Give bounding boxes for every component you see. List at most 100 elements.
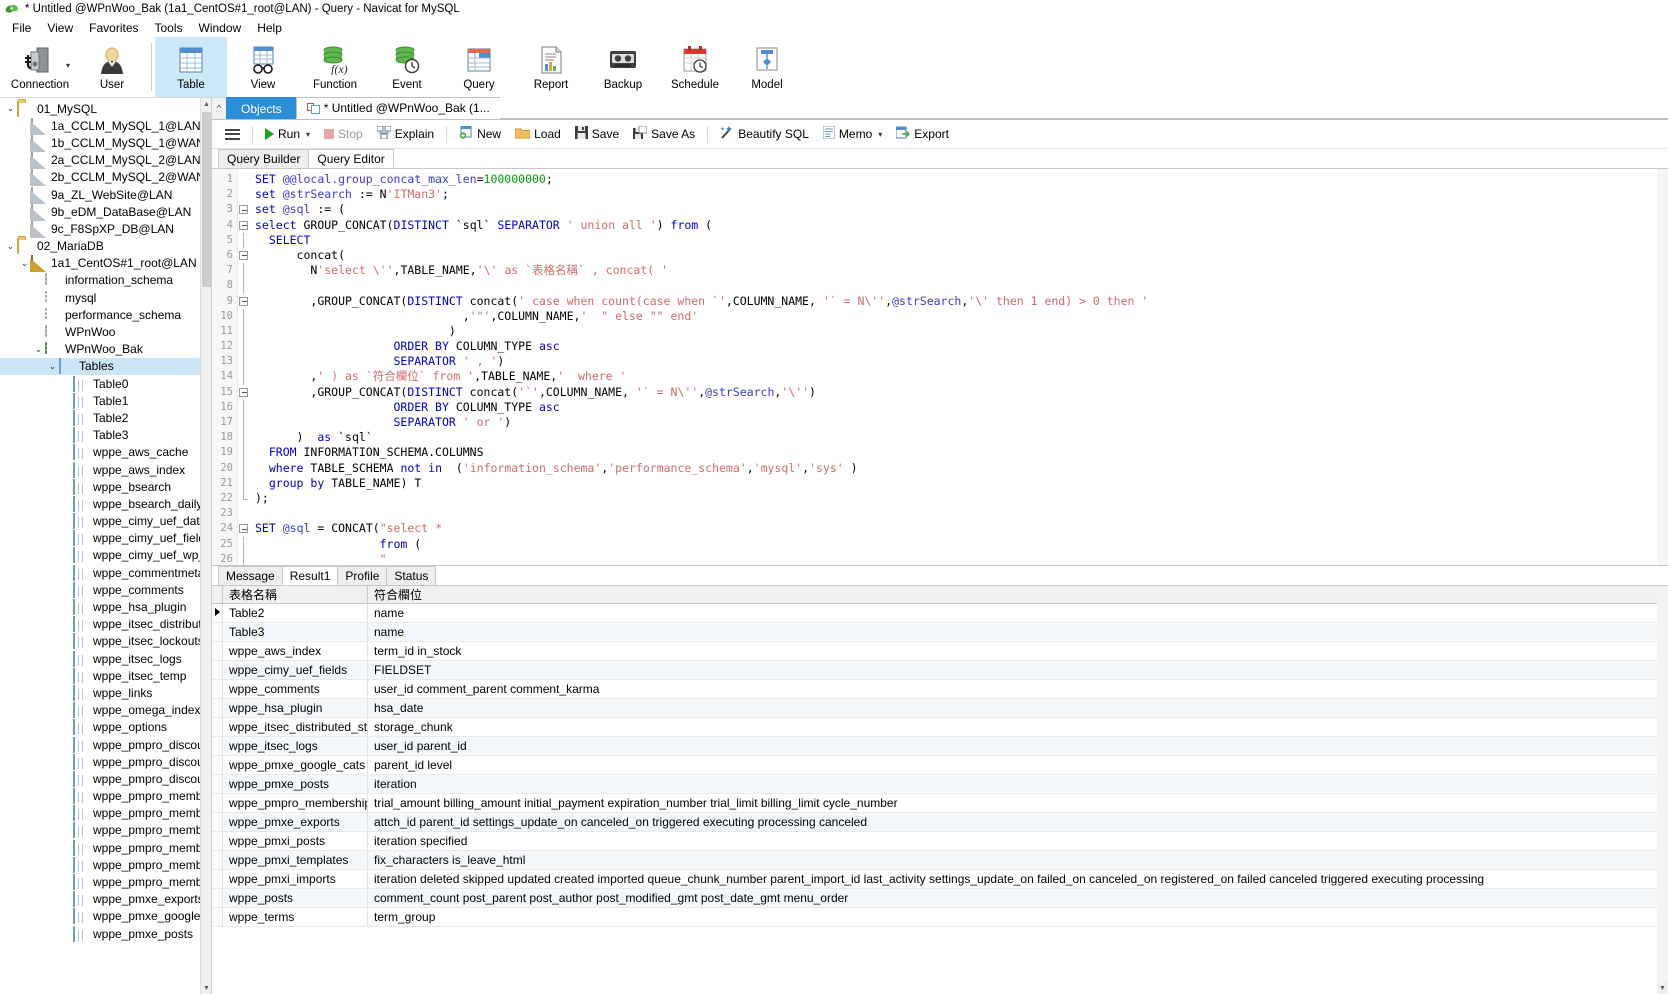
toolbar-report-button[interactable]: Report (515, 37, 587, 97)
table-row[interactable]: wppe_pmpro_membership trial_amount billin… (212, 794, 1668, 813)
explain-button[interactable]: Explain (370, 123, 441, 146)
tree-node-wppe-pmpro-discount[interactable]: wppe_pmpro_discount (0, 736, 211, 753)
fold-marker[interactable] (238, 369, 251, 385)
result-tab-profile[interactable]: Profile (337, 566, 388, 585)
tree-node-wppe-pmxe-google-c[interactable]: wppe_pmxe_google_c (0, 908, 211, 925)
toolbar-table-button[interactable]: Table (155, 37, 227, 97)
toolbar-query-button[interactable]: Query (443, 37, 515, 97)
cell-matched-fields[interactable]: iteration specified (368, 832, 1668, 850)
menu-view[interactable]: View (39, 19, 81, 37)
fold-marker[interactable] (238, 430, 251, 446)
table-row[interactable]: wppe_pmxi_posts iteration specified (212, 832, 1668, 851)
tree-node-wppe-itsec-temp[interactable]: wppe_itsec_temp (0, 667, 211, 684)
result-grid-body[interactable]: Table2 name Table3 name wppe_aws_index term_i… (212, 604, 1668, 927)
fold-marker[interactable] (238, 399, 251, 415)
tree-node-01-mysql[interactable]: ⌄ 01_MySQL (0, 100, 211, 117)
cell-table-name[interactable]: wppe_pmxi_imports (223, 870, 368, 888)
fold-marker[interactable] (238, 490, 251, 506)
tab-query-untitled[interactable]: * Untitled @WPnWoo_Bak (1... (295, 97, 501, 119)
tree-node-wppe-hsa-plugin[interactable]: wppe_hsa_plugin (0, 598, 211, 616)
table-row[interactable]: wppe_posts comment_count post_parent post… (212, 889, 1668, 908)
cell-matched-fields[interactable]: parent_id level (368, 756, 1668, 774)
tree-node-wppe-cimy-uef-fields[interactable]: wppe_cimy_uef_fields (0, 530, 211, 547)
chevron-down-icon[interactable]: ▾ (306, 130, 310, 139)
tree-node-wppe-comments[interactable]: wppe_comments (0, 581, 211, 598)
cell-table-name[interactable]: wppe_pmxi_posts (223, 832, 368, 850)
cell-matched-fields[interactable]: attch_id parent_id settings_update_on ca… (368, 813, 1668, 831)
menu-tools[interactable]: Tools (147, 19, 191, 37)
table-row[interactable]: wppe_pmxe_exports attch_id parent_id sett… (212, 813, 1668, 832)
tree-node-wppe-cimy-uef-data[interactable]: wppe_cimy_uef_data (0, 513, 211, 530)
collapse-icon[interactable]: ^ (212, 97, 226, 119)
tree-node-9c-f8spxp-db-lan[interactable]: 9c_F8SpXP_DB@LAN (0, 220, 211, 237)
tree-node-1a-cclm-mysql-1-lan[interactable]: 1a_CCLM_MySQL_1@LAN (0, 117, 211, 134)
editor-vertical-scrollbar[interactable] (1657, 169, 1668, 565)
table-row[interactable]: wppe_cimy_uef_fields FIELDSET (212, 661, 1668, 680)
fold-marker[interactable] (238, 354, 251, 370)
tree-node-wppe-pmxe-posts[interactable]: wppe_pmxe_posts (0, 925, 211, 942)
tree-node-mysql[interactable]: mysql (0, 289, 211, 306)
fold-marker[interactable] (238, 294, 251, 309)
fold-marker[interactable] (238, 263, 251, 279)
cell-table-name[interactable]: wppe_pmxi_templates (223, 851, 368, 869)
tree-node-wppe-pmpro-member[interactable]: wppe_pmpro_member (0, 822, 211, 839)
result-tab-strip[interactable]: Message Result1 Profile Status (212, 566, 1668, 586)
chevron-down-icon[interactable]: ▾ (878, 130, 882, 139)
scroll-down-icon[interactable]: ▼ (201, 982, 211, 994)
cell-table-name[interactable]: wppe_hsa_plugin (223, 699, 368, 717)
export-button[interactable]: Export (889, 123, 956, 146)
tree-node-wppe-pmxe-exports[interactable]: wppe_pmxe_exports (0, 891, 211, 908)
tree-node-wppe-commentmeta[interactable]: wppe_commentmeta (0, 564, 211, 581)
tree-node-wppe-pmpro-member[interactable]: wppe_pmpro_member (0, 788, 211, 805)
cell-matched-fields[interactable]: name (368, 623, 1668, 641)
menu-favorites[interactable]: Favorites (81, 19, 146, 37)
run-button[interactable]: Run ▾ (258, 123, 317, 146)
cell-table-name[interactable]: wppe_terms (223, 908, 368, 926)
result-tab-result1[interactable]: Result1 (281, 566, 339, 585)
fold-marker[interactable] (238, 323, 251, 340)
toolbar-connection-button[interactable]: Connection ▾ (4, 37, 76, 97)
tree-node-2b-cclm-mysql-2-wan[interactable]: 2b_CCLM_MySQL_2@WAN (0, 169, 211, 186)
tree-node-wppe-itsec-distributed[interactable]: wppe_itsec_distributed (0, 616, 211, 633)
tree-node-table2[interactable]: Table2 (0, 409, 211, 426)
sidebar-scroll-thumb[interactable] (202, 112, 211, 287)
tree-node-wppe-pmpro-member[interactable]: wppe_pmpro_member (0, 805, 211, 822)
cell-table-name[interactable]: Table3 (223, 623, 368, 641)
table-row[interactable]: Table3 name (212, 623, 1668, 642)
cell-table-name[interactable]: wppe_pmpro_membership (223, 794, 368, 812)
menu-help[interactable]: Help (249, 19, 290, 37)
twisty-expanded-icon[interactable]: ⌄ (4, 241, 17, 252)
cell-matched-fields[interactable]: name (368, 604, 1668, 622)
cell-table-name[interactable]: wppe_comments (223, 680, 368, 698)
cell-table-name[interactable]: wppe_pmxe_google_cats (223, 756, 368, 774)
cell-table-name[interactable]: wppe_itsec_logs (223, 737, 368, 755)
tree-node-wppe-aws-index[interactable]: wppe_aws_index (0, 461, 211, 478)
cell-table-name[interactable]: wppe_itsec_distributed_sto (223, 718, 368, 736)
menu-window[interactable]: Window (191, 19, 250, 37)
fold-marker[interactable] (238, 475, 251, 491)
tree-node-wppe-pmpro-discount[interactable]: wppe_pmpro_discount (0, 753, 211, 770)
query-menu-button[interactable] (218, 123, 247, 146)
tree-node-wppe-bsearch-daily[interactable]: wppe_bsearch_daily (0, 495, 211, 512)
toolbar-backup-button[interactable]: Backup (587, 37, 659, 97)
cell-matched-fields[interactable]: term_group (368, 908, 1668, 926)
fold-marker[interactable] (238, 521, 251, 536)
cell-table-name[interactable]: Table2 (223, 604, 368, 622)
cell-table-name[interactable]: wppe_pmxe_posts (223, 775, 368, 793)
column-header-matched-fields[interactable]: 符合欄位 (368, 586, 1668, 603)
tree-node-wppe-options[interactable]: wppe_options (0, 719, 211, 736)
cell-matched-fields[interactable]: FIELDSET (368, 661, 1668, 679)
menu-file[interactable]: File (4, 19, 39, 37)
fold-marker[interactable] (238, 278, 251, 294)
tree-node-2a-cclm-mysql-2-lan[interactable]: 2a_CCLM_MySQL_2@LAN (0, 152, 211, 169)
toolbar-model-button[interactable]: Model (731, 37, 803, 97)
twisty-expanded-icon[interactable]: ⌄ (4, 103, 17, 114)
cell-matched-fields[interactable]: fix_characters is_leave_html (368, 851, 1668, 869)
table-row[interactable]: wppe_comments user_id comment_parent comm… (212, 680, 1668, 699)
save-button[interactable]: Save (568, 123, 626, 146)
sql-code-area[interactable]: SET @@local.group_concat_max_len=1000000… (251, 169, 1668, 565)
cell-matched-fields[interactable]: user_id parent_id (368, 737, 1668, 755)
cell-table-name[interactable]: wppe_aws_index (223, 642, 368, 660)
tree-node-9b-edm-database-lan[interactable]: 9b_eDM_DataBase@LAN (0, 203, 211, 220)
save-as-button[interactable]: Save As (626, 123, 702, 146)
